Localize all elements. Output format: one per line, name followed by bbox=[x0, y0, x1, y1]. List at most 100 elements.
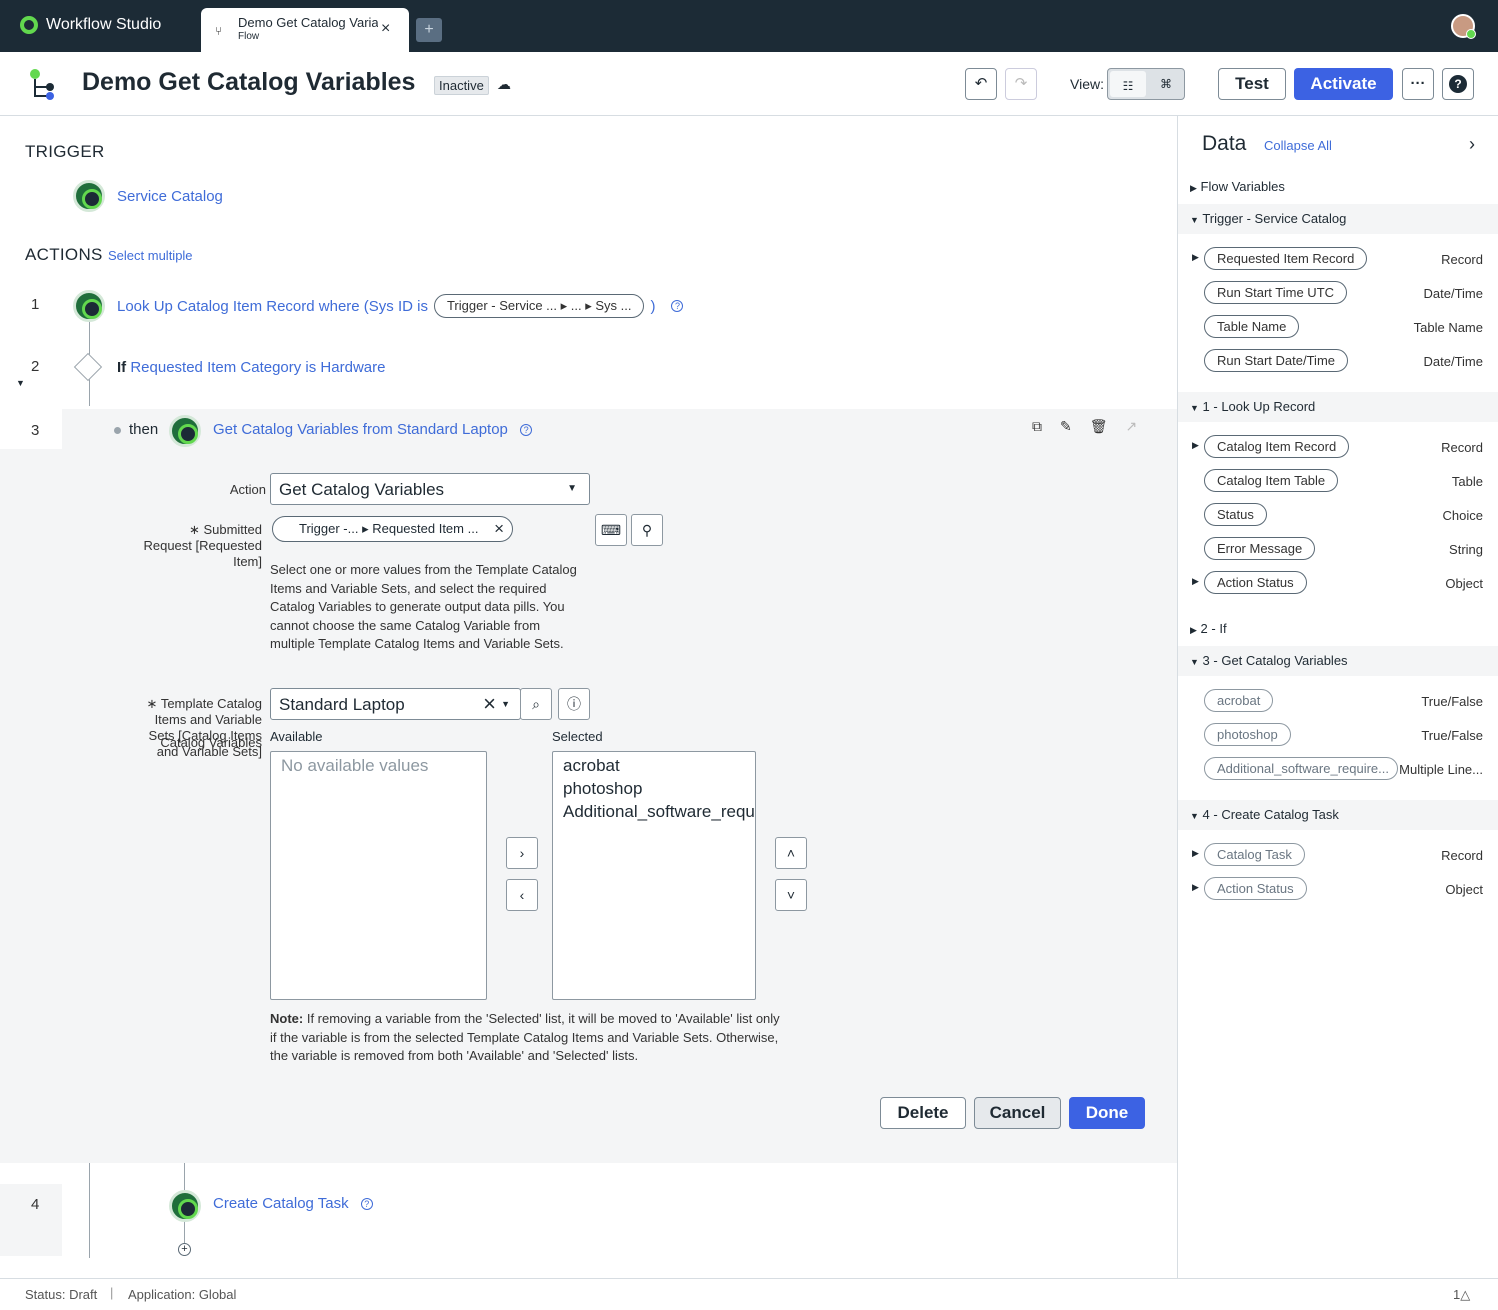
step-1-close: ) bbox=[650, 297, 656, 315]
status-text: Status: Draft bbox=[25, 1287, 98, 1302]
copy-icon[interactable]: ⧉ bbox=[1032, 418, 1042, 435]
step-1-label[interactable]: Look Up Catalog Item Record where (Sys I… bbox=[117, 298, 428, 315]
data-pill-row[interactable]: ▶ Action Status Object bbox=[1178, 567, 1498, 601]
step-4-label[interactable]: Create Catalog Task bbox=[213, 1195, 349, 1212]
diagram-view-icon[interactable]: ⌘ bbox=[1148, 69, 1184, 99]
move-up-button[interactable]: ˄ bbox=[775, 837, 807, 869]
group-trigger[interactable]: ▼ Trigger - Service Catalog bbox=[1190, 211, 1346, 226]
move-right-button[interactable]: › bbox=[506, 837, 538, 869]
move-down-button[interactable]: ˅ bbox=[775, 879, 807, 911]
step-4-row[interactable]: Create Catalog Task ? bbox=[213, 1195, 373, 1212]
help-icon[interactable]: ? bbox=[520, 424, 533, 437]
selected-list[interactable]: acrobat photoshop Additional_software_re… bbox=[552, 751, 756, 1000]
group-if[interactable]: ▶ 2 - If bbox=[1190, 621, 1227, 636]
group-look-up-record[interactable]: ▼ 1 - Look Up Record bbox=[1190, 399, 1315, 414]
done-button[interactable]: Done bbox=[1069, 1097, 1145, 1129]
step-3-label[interactable]: Get Catalog Variables from Standard Lapt… bbox=[213, 421, 508, 438]
close-tab-icon[interactable]: × bbox=[381, 20, 390, 38]
action-select[interactable]: Get Catalog Variables ▼ bbox=[270, 473, 590, 505]
available-label: Available bbox=[270, 729, 323, 744]
step-1-row[interactable]: Look Up Catalog Item Record where (Sys I… bbox=[117, 294, 684, 318]
data-pill-row[interactable]: Error Message String bbox=[1178, 533, 1498, 567]
data-pill-row[interactable]: ▶ Requested Item Record Record bbox=[1178, 243, 1498, 277]
data-picker-button[interactable]: ⚲ bbox=[631, 514, 663, 546]
alert-count[interactable]: 1△ bbox=[1453, 1287, 1470, 1303]
data-pill-row[interactable]: Catalog Item Table Table bbox=[1178, 465, 1498, 499]
step-2-label[interactable]: Requested Item Category is Hardware bbox=[130, 359, 385, 376]
data-pill-row[interactable]: acrobat True/False bbox=[1178, 685, 1498, 719]
move-left-button[interactable]: ‹ bbox=[506, 879, 538, 911]
step-number: 4 bbox=[31, 1196, 40, 1213]
avatar[interactable] bbox=[1451, 14, 1476, 39]
group-create-catalog-task[interactable]: ▼ 4 - Create Catalog Task bbox=[1190, 807, 1339, 822]
cancel-button[interactable]: Cancel bbox=[974, 1097, 1061, 1129]
new-tab-button[interactable]: + bbox=[416, 18, 442, 42]
step-2-row[interactable]: If Requested Item Category is Hardware bbox=[117, 359, 385, 376]
template-select[interactable]: Standard Laptop × ▼ bbox=[270, 688, 521, 720]
collapse-all-link[interactable]: Collapse All bbox=[1264, 138, 1332, 153]
data-pill-row[interactable]: Run Start Time UTC Date/Time bbox=[1178, 277, 1498, 311]
data-pill[interactable]: Trigger - Service ... ▸ ... ▸ Sys ... bbox=[433, 294, 645, 318]
list-item[interactable]: Additional_software_requi bbox=[563, 800, 755, 823]
info-button[interactable]: ⓘ bbox=[558, 688, 590, 720]
chevron-right-icon[interactable]: › bbox=[1469, 134, 1475, 155]
redo-button[interactable]: ↷ bbox=[1005, 68, 1037, 100]
data-pill-row[interactable]: ▶ Catalog Task Record bbox=[1178, 839, 1498, 873]
then-keyword: then bbox=[129, 421, 159, 438]
actions-heading: ACTIONS bbox=[25, 245, 103, 264]
select-multiple-link[interactable]: Select multiple bbox=[108, 248, 193, 263]
step-3-row[interactable]: Get Catalog Variables from Standard Lapt… bbox=[213, 421, 533, 438]
tab-flow[interactable]: ⑂ Demo Get Catalog Varia Flow × bbox=[201, 8, 409, 52]
more-button[interactable]: ··· bbox=[1402, 68, 1434, 100]
delete-button[interactable]: Delete bbox=[880, 1097, 966, 1129]
undo-button[interactable]: ↶ bbox=[965, 68, 997, 100]
data-pill-row[interactable]: Additional_software_require... Multiple L… bbox=[1178, 753, 1498, 787]
annotate-icon[interactable]: ✎ bbox=[1060, 418, 1072, 435]
caret-right-icon: ▶ bbox=[1192, 848, 1199, 858]
chevron-down-icon: ▼ bbox=[567, 483, 577, 494]
remove-pill-icon[interactable]: × bbox=[494, 519, 504, 539]
clear-icon[interactable]: × bbox=[483, 691, 496, 717]
list-view-icon[interactable]: ☷ bbox=[1110, 71, 1146, 97]
tab-subtitle: Flow bbox=[238, 31, 260, 42]
data-pill-row[interactable]: ▶ Catalog Item Record Record bbox=[1178, 431, 1498, 465]
caret-down-icon: ▼ bbox=[1190, 215, 1199, 225]
data-pill-row[interactable]: Table Name Table Name bbox=[1178, 311, 1498, 345]
trigger-link[interactable]: Service Catalog bbox=[117, 188, 223, 205]
add-step-icon[interactable]: + bbox=[178, 1243, 191, 1256]
list-item[interactable]: photoshop bbox=[563, 777, 745, 800]
available-list[interactable]: No available values bbox=[270, 751, 487, 1000]
search-icon: ⌕ bbox=[532, 696, 540, 712]
data-pill-row[interactable]: Status Choice bbox=[1178, 499, 1498, 533]
help-icon[interactable]: ? bbox=[360, 1198, 373, 1211]
lookup-button[interactable]: ⌕ bbox=[520, 688, 552, 720]
test-button[interactable]: Test bbox=[1218, 68, 1286, 100]
group-flow-variables[interactable]: ▶ Flow Variables bbox=[1190, 179, 1285, 194]
help-button[interactable]: ? bbox=[1442, 68, 1474, 100]
caret-right-icon: ▶ bbox=[1192, 440, 1199, 450]
submitted-request-pill[interactable]: Trigger -... ▸ Requested Item ... × bbox=[272, 516, 513, 542]
branch-icon bbox=[73, 352, 103, 382]
list-item[interactable]: acrobat bbox=[563, 754, 745, 777]
submitted-request-label: ∗ Submitted Request [Requested Item] bbox=[143, 522, 262, 569]
help-icon[interactable]: ? bbox=[671, 300, 684, 312]
app-brand[interactable]: Workflow Studio bbox=[20, 16, 161, 34]
caret-down-icon: ▼ bbox=[1190, 657, 1199, 667]
open-external-icon[interactable]: ↗ bbox=[1126, 418, 1138, 435]
collapse-step-icon[interactable]: ▼ bbox=[16, 378, 25, 388]
activate-button[interactable]: Activate bbox=[1294, 68, 1393, 100]
tab-title: Demo Get Catalog Varia bbox=[238, 15, 378, 30]
bell-icon: △ bbox=[1460, 1287, 1471, 1302]
scripting-button[interactable]: ⌨ bbox=[595, 514, 627, 546]
branch-dot bbox=[114, 427, 121, 434]
top-bar: Workflow Studio ⑂ Demo Get Catalog Varia… bbox=[0, 0, 1498, 52]
group-get-catalog-variables[interactable]: ▼ 3 - Get Catalog Variables bbox=[1190, 653, 1348, 668]
action-icon bbox=[169, 415, 201, 447]
step-number: 1 bbox=[31, 296, 40, 313]
undo-icon: ↶ bbox=[974, 75, 988, 92]
data-pill-row[interactable]: ▶ Action Status Object bbox=[1178, 873, 1498, 907]
data-pill-row[interactable]: photoshop True/False bbox=[1178, 719, 1498, 753]
chevron-down-icon[interactable]: ▼ bbox=[501, 699, 510, 709]
trash-icon[interactable]: 🗑 bbox=[1090, 418, 1108, 435]
data-pill-row[interactable]: Run Start Date/Time Date/Time bbox=[1178, 345, 1498, 379]
